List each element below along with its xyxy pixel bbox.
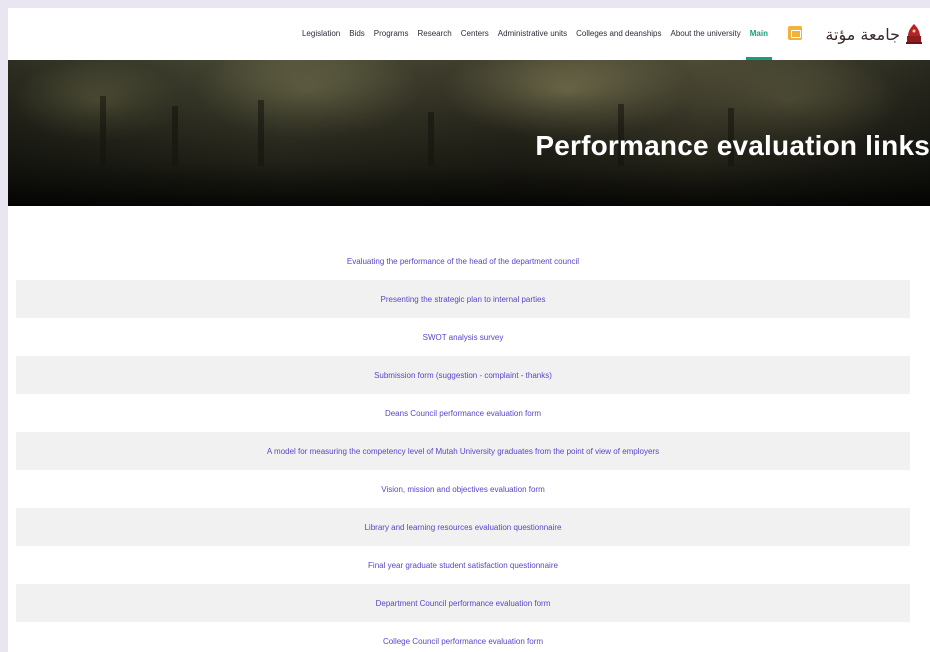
nav-item-centers[interactable]: Centers [461,8,489,60]
evaluation-link[interactable]: Evaluating the performance of the head o… [347,257,579,266]
evaluation-link[interactable]: Submission form (suggestion - complaint … [374,371,552,380]
list-item: SWOT analysis survey [16,318,910,356]
evaluation-link[interactable]: Department Council performance evaluatio… [376,599,551,608]
university-logo[interactable]: جامعة مؤتة [825,21,924,47]
list-item: Evaluating the performance of the head o… [16,242,910,280]
list-item: Deans Council performance evaluation for… [16,394,910,432]
list-item: Department Council performance evaluatio… [16,584,910,622]
list-item: Presenting the strategic plan to interna… [16,280,910,318]
list-item: College Council performance evaluation f… [16,622,910,652]
top-navigation-bar: Legislation Bids Programs Research Cente… [8,8,930,60]
evaluation-link[interactable]: Library and learning resources evaluatio… [364,523,561,532]
nav-item-administrative-units[interactable]: Administrative units [498,8,567,60]
list-item: Library and learning resources evaluatio… [16,508,910,546]
nav-item-main[interactable]: Main [745,8,773,60]
nav-item-bids[interactable]: Bids [349,8,365,60]
evaluation-link[interactable]: SWOT analysis survey [423,333,504,342]
list-item: Submission form (suggestion - complaint … [16,356,910,394]
page-title: Performance evaluation links [535,130,930,161]
evaluation-link[interactable]: Final year graduate student satisfaction… [368,561,558,570]
nav-item-programs[interactable]: Programs [374,8,409,60]
page: Legislation Bids Programs Research Cente… [8,8,930,652]
main-nav: Legislation Bids Programs Research Cente… [302,8,773,60]
evaluation-link[interactable]: Presenting the strategic plan to interna… [381,295,546,304]
list-item: Final year graduate student satisfaction… [16,546,910,584]
logo-text: جامعة مؤتة [825,24,900,44]
language-switch-icon[interactable] [788,26,802,40]
list-item: A model for measuring the competency lev… [16,432,910,470]
list-item: Vision, mission and objectives evaluatio… [16,470,910,508]
evaluation-link[interactable]: Deans Council performance evaluation for… [385,409,541,418]
university-emblem-icon [906,24,922,44]
nav-item-research[interactable]: Research [417,8,451,60]
nav-item-colleges-and-deanships[interactable]: Colleges and deanships [576,8,661,60]
nav-item-about-the-university[interactable]: About the university [671,8,741,60]
evaluation-link[interactable]: A model for measuring the competency lev… [267,447,659,456]
evaluation-links-list: Evaluating the performance of the head o… [16,242,910,652]
evaluation-link[interactable]: College Council performance evaluation f… [383,637,543,646]
nav-item-legislation[interactable]: Legislation [302,8,340,60]
hero-banner: Performance evaluation links [8,60,930,206]
evaluation-link[interactable]: Vision, mission and objectives evaluatio… [381,485,545,494]
